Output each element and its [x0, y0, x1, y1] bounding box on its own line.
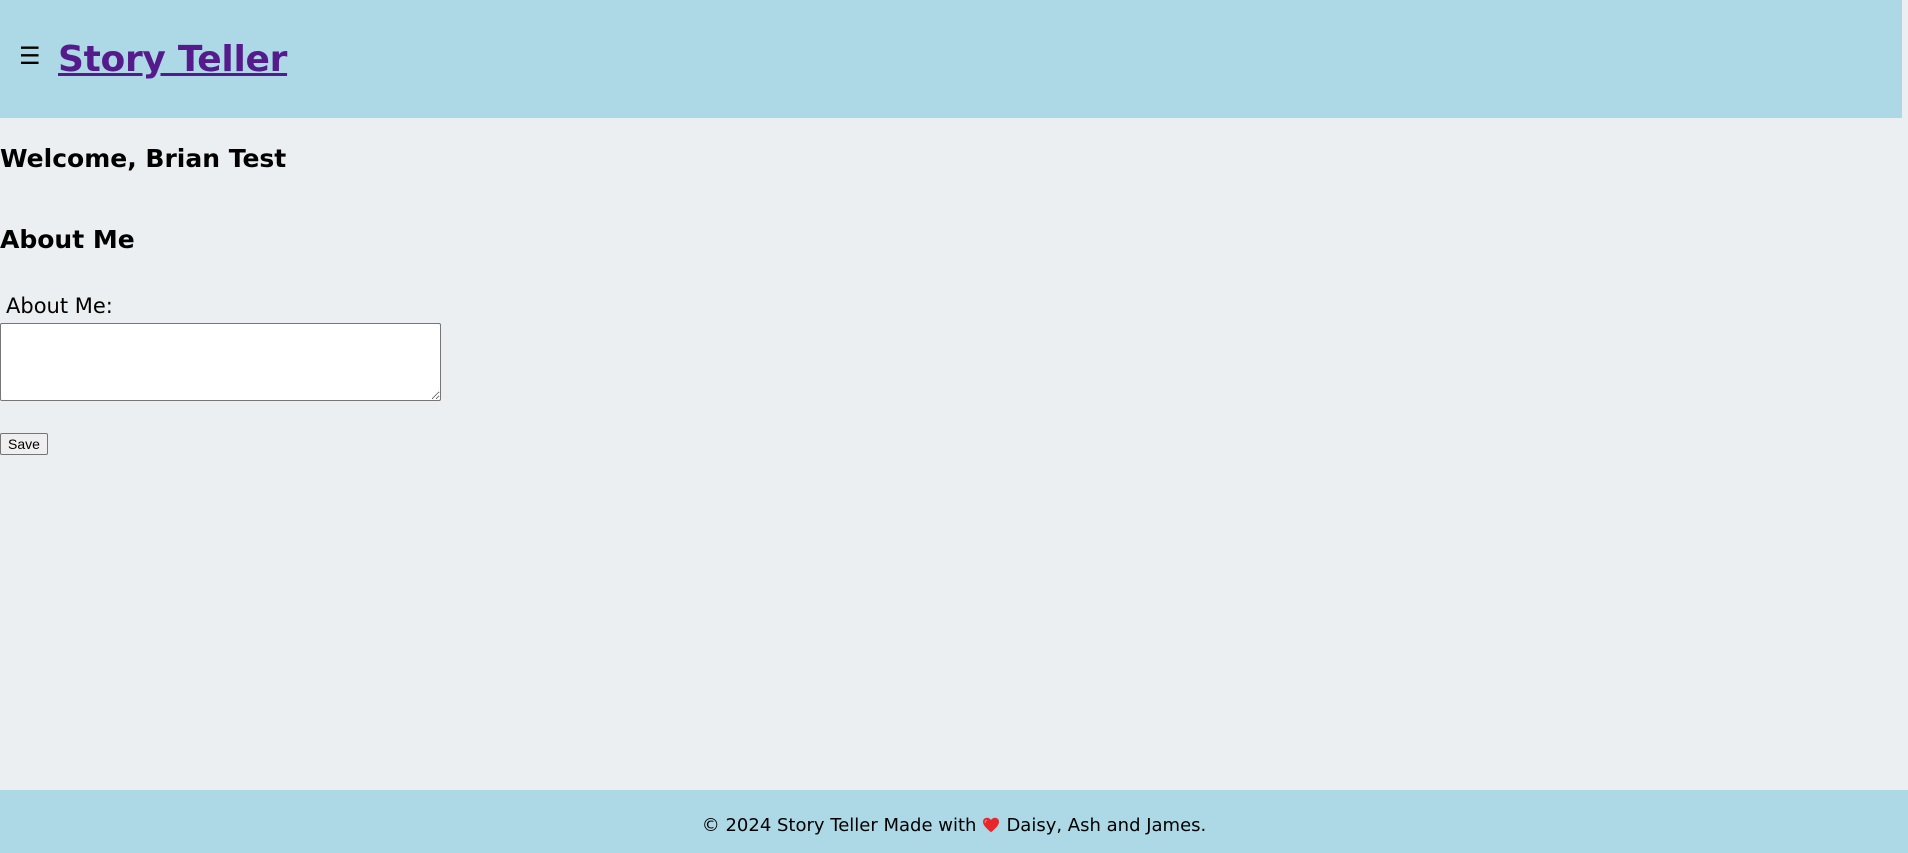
site-header: ☰ Story Teller [0, 0, 1902, 118]
about-me-textarea[interactable] [0, 323, 441, 401]
footer-prefix: © 2024 Story Teller Made with [701, 815, 977, 836]
heart-icon [983, 817, 1000, 833]
site-footer: © 2024 Story Teller Made with Daisy, Ash … [0, 790, 1908, 853]
site-title-link[interactable]: Story Teller [58, 37, 287, 83]
menu-icon[interactable]: ☰ [19, 44, 41, 68]
save-button[interactable]: Save [0, 433, 48, 455]
footer-suffix: Daisy, Ash and James. [1006, 815, 1207, 836]
about-me-label: About Me: [6, 294, 113, 318]
footer-text: © 2024 Story Teller Made with Daisy, Ash … [702, 814, 1207, 838]
about-me-heading: About Me [0, 225, 135, 254]
welcome-heading: Welcome, Brian Test [0, 144, 287, 173]
